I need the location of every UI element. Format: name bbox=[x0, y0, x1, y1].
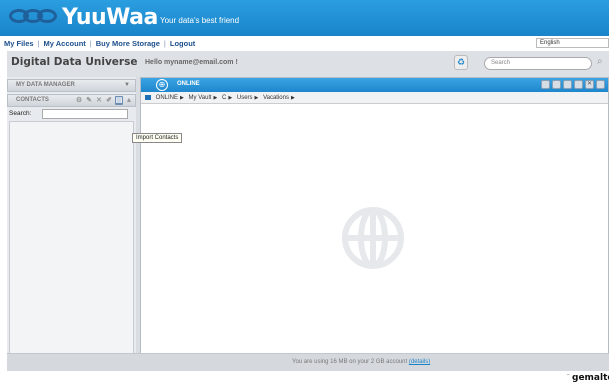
language-select[interactable]: English bbox=[536, 38, 609, 48]
delete-contact-icon[interactable]: ✕ bbox=[95, 96, 103, 105]
sidebar-section-contacts[interactable]: CONTACTS ⚙ ✎ ✕ ✐ ▤ ▲ bbox=[7, 94, 136, 107]
storage-usage-text: You are using 16 MB on your 2 GB account bbox=[292, 359, 408, 365]
breadcrumb-item[interactable]: ONLINE bbox=[156, 95, 178, 101]
nav-logout[interactable]: Logout bbox=[170, 39, 195, 48]
breadcrumb: ONLINE ▶ My Vault ▶ C ▶ Users ▶ Vacations ▶ bbox=[141, 92, 608, 104]
page-title: Digital Data Universe bbox=[11, 56, 138, 68]
share-icon[interactable] bbox=[574, 80, 583, 89]
contacts-search-input[interactable] bbox=[42, 109, 128, 119]
section-label: CONTACTS bbox=[16, 97, 49, 103]
panel-title: ONLINE bbox=[177, 81, 200, 87]
search-label: Search: bbox=[9, 110, 32, 117]
section-label: MY DATA MANAGER bbox=[16, 82, 75, 88]
pencil-icon[interactable]: ✐ bbox=[105, 96, 113, 105]
import-contacts-tooltip: Import Contacts bbox=[132, 133, 183, 143]
storage-status: You are using 16 MB on your 2 GB account… bbox=[292, 359, 430, 365]
nav-my-account[interactable]: My Account bbox=[44, 39, 86, 48]
main-panel: ⊕ ONLINE ✕ ONLINE ▶ My Vault ▶ C ▶ Users ▶ V… bbox=[140, 77, 609, 371]
breadcrumb-item[interactable]: C bbox=[222, 95, 226, 101]
workspace: Digital Data Universe Hello myname@email… bbox=[7, 51, 609, 371]
nav-my-files[interactable]: My Files bbox=[4, 39, 34, 48]
footer: ™gemalto bbox=[0, 371, 609, 388]
maximize-icon[interactable] bbox=[596, 80, 605, 89]
edit-contact-icon[interactable]: ✎ bbox=[85, 96, 93, 105]
globe-icon: ⊕ bbox=[156, 79, 168, 91]
folder-icon bbox=[145, 94, 151, 100]
breadcrumb-item[interactable]: Vacations bbox=[263, 95, 289, 101]
gemalto-logo: ™gemalto bbox=[566, 373, 609, 383]
close-icon[interactable]: ✕ bbox=[585, 80, 594, 89]
add-contact-icon[interactable]: ⚙ bbox=[75, 96, 83, 105]
view-icon[interactable] bbox=[541, 80, 550, 89]
main-panel-header: ⊕ ONLINE ✕ bbox=[141, 78, 608, 92]
search-input[interactable]: Search bbox=[484, 57, 592, 70]
contacts-toolbar: ⚙ ✎ ✕ ✐ ▤ ▲ bbox=[75, 96, 133, 105]
contacts-search-row: Search: bbox=[7, 109, 136, 120]
breadcrumb-item[interactable]: My Vault bbox=[189, 95, 212, 101]
search-icon[interactable]: ⌕ bbox=[597, 56, 603, 67]
status-bar: You are using 16 MB on your 2 GB account… bbox=[7, 353, 609, 371]
logo-wordmark[interactable]: YuuWaa bbox=[62, 5, 158, 30]
breadcrumb-item[interactable]: Users bbox=[237, 95, 253, 101]
collapse-up-icon[interactable]: ▲ bbox=[125, 96, 133, 105]
greeting-text: Hello myname@email.com ! bbox=[145, 59, 238, 66]
nav-buy-storage[interactable]: Buy More Storage bbox=[96, 39, 160, 48]
download-icon[interactable] bbox=[563, 80, 572, 89]
window-controls: ✕ bbox=[541, 80, 605, 89]
workspace-titlebar: Digital Data Universe Hello myname@email… bbox=[7, 51, 609, 77]
globe-watermark-icon bbox=[342, 207, 404, 269]
sidebar: MY DATA MANAGER ▼ CONTACTS ⚙ ✎ ✕ ✐ ▤ ▲ S… bbox=[7, 77, 136, 371]
top-nav: My Files | My Account | Buy More Storage | Log… bbox=[0, 36, 609, 51]
import-contacts-icon[interactable]: ▤ bbox=[115, 96, 123, 105]
recycle-bin-icon[interactable]: ♻ bbox=[454, 55, 468, 70]
upload-icon[interactable] bbox=[552, 80, 561, 89]
collapse-icon[interactable]: ▼ bbox=[124, 80, 130, 91]
brand-name: gemalto bbox=[572, 373, 609, 383]
contacts-list[interactable] bbox=[9, 121, 134, 369]
app-header: YuuWaa Your data's best friend bbox=[0, 0, 609, 36]
details-link[interactable]: (details) bbox=[409, 359, 430, 365]
sidebar-section-data-manager[interactable]: MY DATA MANAGER ▼ bbox=[7, 79, 136, 92]
tagline: Your data's best friend bbox=[160, 16, 240, 25]
